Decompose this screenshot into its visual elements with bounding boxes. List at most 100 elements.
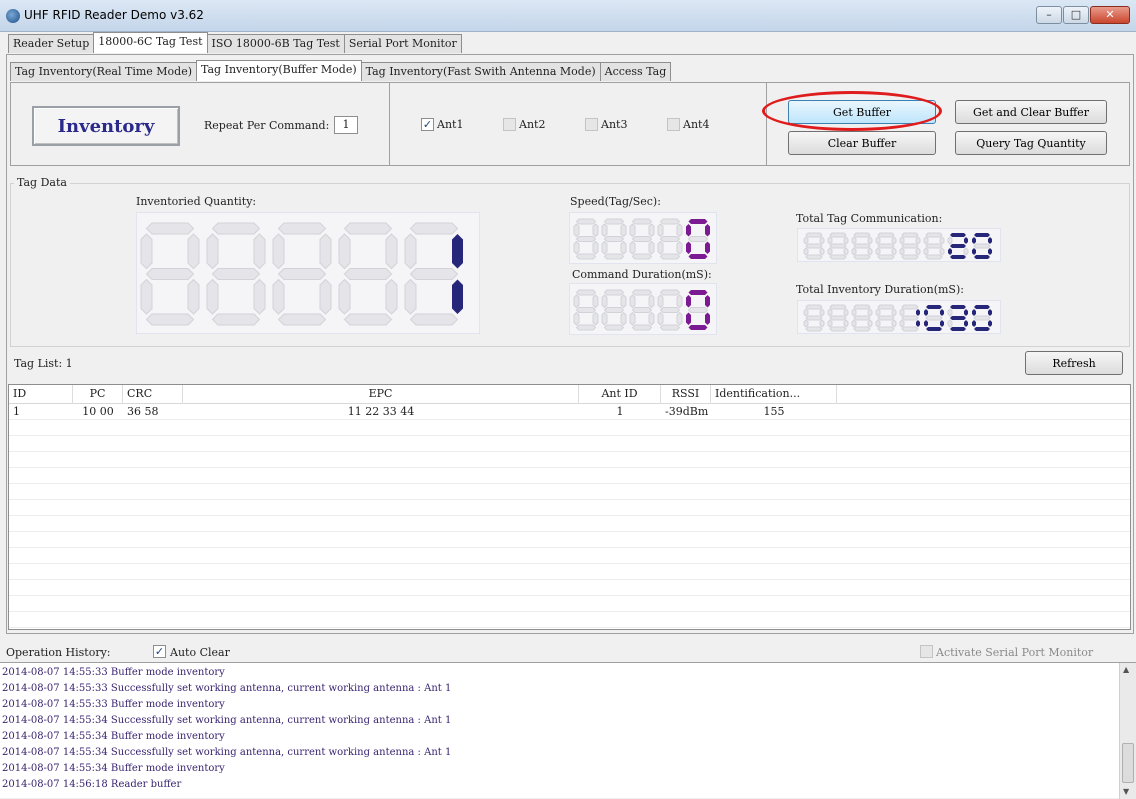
unlit-segment	[899, 236, 905, 245]
unlit-segment	[575, 253, 597, 260]
column-header-identification[interactable]: Identification...	[711, 385, 837, 404]
unlit-segment	[851, 308, 857, 317]
lit-segment	[972, 320, 976, 327]
unlit-segment	[827, 247, 833, 256]
unlit-segment	[404, 233, 417, 270]
unlit-segment	[843, 308, 849, 317]
inventoried-quantity-display: 1	[136, 212, 480, 334]
column-header-crc[interactable]: CRC	[123, 385, 183, 404]
repeat-input[interactable]: 1	[334, 116, 358, 134]
subtab-real-time[interactable]: Tag Inventory(Real Time Mode)	[10, 62, 198, 81]
lit-segment	[452, 279, 463, 314]
tab-18000-6c[interactable]: 18000-6C Tag Test	[93, 32, 208, 53]
activate-monitor-checkbox[interactable]	[920, 645, 933, 658]
lit-segment	[948, 248, 952, 255]
lit-segment	[988, 320, 992, 327]
unlit-segment	[404, 278, 417, 315]
unlit-segment	[657, 311, 664, 326]
query-tag-quantity-button[interactable]: Query Tag Quantity	[955, 131, 1107, 155]
cell-rssi: -39dBm	[665, 405, 709, 418]
speed-label: Speed(Tag/Sec):	[570, 195, 661, 208]
scroll-down-icon[interactable]: ▼	[1123, 787, 1129, 796]
lit-segment	[924, 320, 928, 327]
unlit-segment	[272, 233, 285, 270]
get-buffer-button[interactable]: Get Buffer	[788, 100, 936, 124]
tag-data-label: Tag Data	[14, 176, 70, 189]
unlit-segment	[875, 247, 881, 256]
tab-iso-18000-6b[interactable]: ISO 18000-6B Tag Test	[206, 34, 345, 53]
unlit-segment	[829, 232, 847, 238]
unlit-segment	[575, 236, 597, 242]
total-inventory-duration-label: Total Inventory Duration(mS):	[796, 283, 964, 296]
unlit-segment	[575, 218, 597, 225]
ant3-checkbox[interactable]	[585, 118, 598, 131]
column-header-id[interactable]: ID	[9, 385, 73, 404]
unlit-segment	[901, 243, 919, 249]
unlit-segment	[659, 236, 681, 242]
operation-history-log[interactable]: 2014-08-07 14:55:33 Buffer mode inventor…	[0, 662, 1136, 799]
refresh-button[interactable]: Refresh	[1025, 351, 1123, 375]
command-duration-label: Command Duration(mS):	[572, 268, 712, 281]
scroll-thumb[interactable]	[1122, 743, 1134, 783]
ant1-label: Ant1	[437, 118, 464, 131]
subtab-access-tag[interactable]: Access Tag	[599, 62, 672, 81]
ant1-checkbox[interactable]: ✓	[421, 118, 434, 131]
empty-table-row	[9, 500, 1130, 516]
unlit-segment	[601, 240, 608, 255]
lit-segment	[988, 248, 992, 255]
ant4-checkbox[interactable]	[667, 118, 680, 131]
subtab-buffer-mode[interactable]: Tag Inventory(Buffer Mode)	[196, 60, 362, 81]
unlit-segment	[629, 311, 636, 326]
unlit-segment	[676, 240, 683, 255]
ant2-checkbox[interactable]	[503, 118, 516, 131]
unlit-segment	[603, 253, 625, 260]
minimize-button[interactable]: –	[1036, 6, 1062, 24]
log-scrollbar[interactable]: ▲ ▼	[1119, 663, 1136, 799]
unlit-segment	[206, 278, 219, 315]
inventory-button[interactable]: Inventory	[32, 106, 180, 146]
unlit-segment	[805, 304, 823, 310]
unlit-segment	[687, 307, 709, 313]
unlit-segment	[659, 324, 681, 331]
get-and-clear-buffer-button[interactable]: Get and Clear Buffer	[955, 100, 1107, 124]
close-button[interactable]: ✕	[1090, 6, 1130, 24]
unlit-segment	[805, 243, 823, 249]
lit-segment	[974, 233, 990, 237]
log-line: 2014-08-07 14:55:34 Buffer mode inventor…	[2, 763, 225, 774]
subtab-fast-switch[interactable]: Tag Inventory(Fast Swith Antenna Mode)	[360, 62, 601, 81]
table-row[interactable]: 1 10 00 36 58 11 22 33 44 1 -39dBm 155	[9, 404, 1130, 420]
unlit-segment	[253, 233, 266, 270]
unlit-segment	[891, 236, 897, 245]
lit-segment	[950, 305, 966, 309]
unlit-segment	[629, 240, 636, 255]
cell-id: 1	[13, 405, 20, 418]
column-header-rssi[interactable]: RSSI	[661, 385, 711, 404]
tab-reader-setup[interactable]: Reader Setup	[8, 34, 95, 53]
lit-segment	[950, 244, 966, 248]
maximize-button[interactable]: □	[1063, 6, 1089, 24]
unlit-segment	[891, 319, 897, 328]
auto-clear-checkbox[interactable]: ✓	[153, 645, 166, 658]
lit-segment	[964, 320, 968, 327]
unlit-segment	[803, 308, 809, 317]
unlit-segment	[851, 247, 857, 256]
unlit-segment	[629, 223, 636, 238]
unlit-segment	[805, 315, 823, 321]
lit-segment	[972, 237, 976, 244]
lit-segment	[452, 234, 463, 269]
unlit-segment	[385, 278, 398, 315]
column-header-ant-id[interactable]: Ant ID	[579, 385, 661, 404]
scroll-up-icon[interactable]: ▲	[1123, 665, 1129, 674]
unlit-segment	[901, 304, 919, 310]
column-header-epc[interactable]: EPC	[183, 385, 579, 404]
unlit-segment	[901, 254, 919, 260]
lit-segment	[974, 305, 990, 309]
clear-buffer-button[interactable]: Clear Buffer	[788, 131, 936, 155]
unlit-segment	[877, 304, 895, 310]
lit-segment	[926, 327, 942, 331]
unlit-segment	[343, 313, 393, 326]
lit-segment	[688, 254, 708, 259]
column-header-pc[interactable]: PC	[73, 385, 123, 404]
tab-serial-port-monitor[interactable]: Serial Port Monitor	[343, 34, 462, 53]
unlit-segment	[573, 311, 580, 326]
